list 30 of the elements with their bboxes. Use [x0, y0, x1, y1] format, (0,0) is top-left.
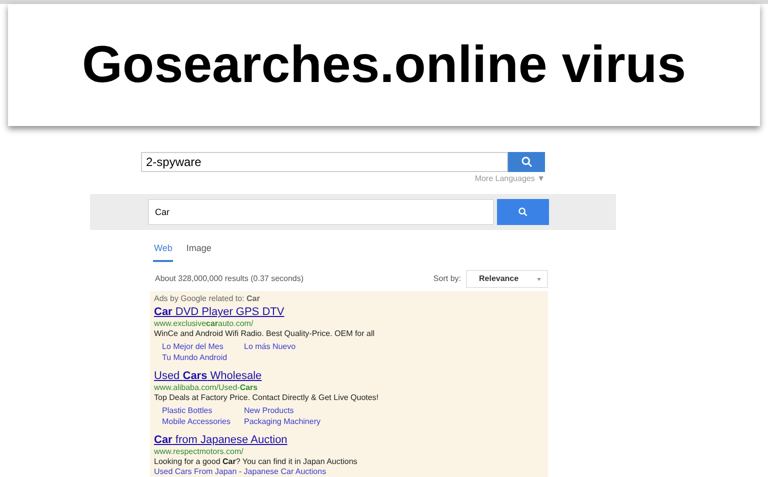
sitelink[interactable]: Used Cars From Japan - Japanese Car Auctions [154, 467, 326, 477]
sitelink[interactable]: Plastic Bottles [162, 405, 234, 416]
tab[interactable]: Web [153, 238, 174, 262]
sitelink[interactable]: Mobile Accessories [162, 416, 234, 427]
ad-url: www.exclusivecarauto.com/ [154, 319, 254, 329]
sitelink[interactable]: Lo más Nuevo [244, 341, 316, 352]
sitelink[interactable]: Tu Mundo Android [162, 352, 234, 363]
ad-description: Top Deals at Factory Price. Contact Directly & Get Live Quotes! [154, 393, 380, 403]
ads-header: Ads by Google related to: Car [154, 293, 261, 304]
sitelink[interactable]: Packaging Machinery [244, 416, 320, 427]
ad-title-link[interactable]: Car DVD Player GPS DTV [154, 306, 544, 319]
search-icon [518, 207, 528, 217]
ad-title-link[interactable]: Used Cars Wholesale [154, 370, 544, 383]
sort-dropdown[interactable]: Relevance [466, 270, 548, 288]
ad-url: www.respectmotors.com/ [154, 447, 244, 457]
ad-url: www.alibaba.com/Used-Cars [154, 383, 259, 393]
sitelink[interactable]: New Products [244, 405, 316, 416]
caret-icon [537, 278, 541, 280]
search-field[interactable]: Car [148, 199, 494, 225]
ad-title-link[interactable]: Car from Japanese Auction [154, 434, 544, 447]
sort-label: Sort by: [433, 273, 461, 285]
banner-title: Gosearches.online virus [82, 39, 686, 91]
ad-description: WinCe and Android Wifi Radio. Best Quality-Price. OEM for all [154, 329, 376, 339]
tab[interactable]: Image [185, 238, 212, 262]
search-field[interactable]: 2-spyware [141, 152, 508, 172]
ad-description: Looking for a good Car? You can find it in Japan Auctions [154, 457, 358, 467]
results-count: About 328,000,000 results (0.37 seconds) [155, 273, 304, 285]
search-icon [520, 156, 532, 168]
search-button[interactable] [508, 152, 545, 172]
sitelink[interactable]: Lo Mejor del Mes [162, 341, 234, 352]
